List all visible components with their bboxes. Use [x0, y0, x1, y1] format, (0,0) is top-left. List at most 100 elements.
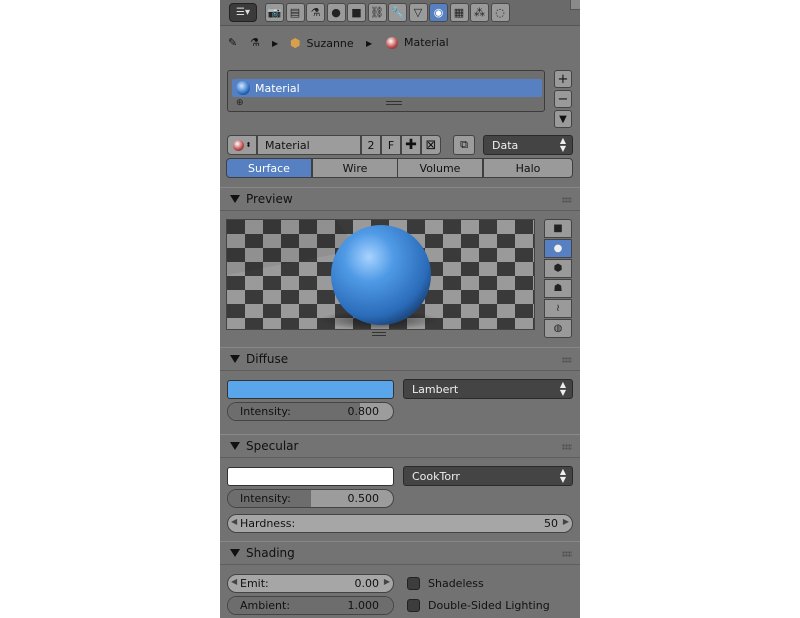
increment-arrow-icon[interactable]: ▶	[384, 577, 390, 586]
user-count[interactable]: 2	[361, 135, 381, 155]
material-preview	[226, 219, 535, 330]
tab-physics-icon[interactable]: ◌	[490, 3, 510, 22]
unlink-material-button[interactable]: ⊠	[421, 135, 441, 155]
tab-halo[interactable]: Halo	[483, 158, 573, 178]
add-slot-small-icon[interactable]: ⊕	[236, 98, 244, 108]
constraints-icon: ⛓	[370, 6, 384, 19]
material-slot-list[interactable]: Material ⊕	[227, 70, 545, 112]
drag-grip-icon[interactable]	[562, 357, 572, 363]
preview-resize-grip[interactable]	[372, 332, 386, 336]
material-sphere-icon	[386, 36, 398, 49]
material-icon: ◉	[433, 6, 444, 19]
field-label: Emit:	[240, 577, 269, 590]
emit-field[interactable]: ◀ Emit: 0.00 ▶	[227, 574, 394, 593]
double-sided-checkbox[interactable]	[407, 599, 420, 612]
tab-volume[interactable]: Volume	[397, 158, 483, 178]
material-sphere-icon	[236, 81, 250, 95]
breadcrumb-material: Material	[386, 36, 449, 49]
specular-shader-dropdown[interactable]: CookTorr ▲ ▼	[403, 466, 573, 486]
preview-hair-icon: ≀	[556, 303, 560, 314]
diffuse-intensity-slider[interactable]: Intensity: 0.800	[227, 402, 394, 421]
specular-intensity-slider[interactable]: Intensity: 0.500	[227, 489, 394, 508]
tab-texture-icon[interactable]: ▦	[449, 3, 469, 22]
breadcrumb-object-label: Suzanne	[306, 36, 354, 50]
shading-section-header[interactable]: Shading	[220, 541, 580, 565]
diffuse-color-swatch[interactable]	[227, 380, 394, 399]
tab-modifiers-icon[interactable]: 🔧	[388, 3, 407, 22]
scene-icon: ⚗	[310, 6, 321, 19]
specular-section-header[interactable]: Specular	[220, 434, 580, 458]
slider-value: 0.800	[347, 405, 380, 418]
link-dropdown[interactable]: Data ▲ ▼	[483, 135, 573, 155]
shadeless-label: Shadeless	[428, 577, 484, 590]
tab-object-icon[interactable]: ■	[347, 3, 366, 22]
browse-material-button[interactable]: ⬍	[227, 135, 257, 155]
preview-type-button[interactable]: ☗	[544, 279, 572, 298]
tab-constraints-icon[interactable]: ⛓	[367, 3, 387, 22]
specular-color-swatch[interactable]	[227, 467, 394, 486]
ambient-slider[interactable]: Ambient: 1.000	[227, 596, 394, 615]
diffuse-shader-value: Lambert	[412, 383, 459, 396]
new-material-button[interactable]: ✚	[401, 135, 421, 155]
tab-particles-icon[interactable]: ⁂	[470, 3, 489, 22]
section-title: Preview	[246, 192, 293, 206]
slot-specials-button[interactable]: ▼	[554, 110, 572, 128]
copy-icon: ⧉	[460, 138, 468, 151]
preview-type-button[interactable]: ≀	[544, 299, 572, 318]
particles-icon: ⁂	[474, 6, 485, 19]
drag-grip-icon[interactable]	[562, 197, 572, 203]
tab-object-data-icon[interactable]: ▽	[408, 3, 428, 22]
area-corner-handle[interactable]	[570, 0, 580, 10]
material-name-field[interactable]: Material	[257, 135, 361, 155]
render-icon: 📷	[267, 6, 282, 19]
chevron-right-icon: ▶	[366, 39, 373, 48]
tab-wire[interactable]: Wire	[312, 158, 398, 178]
object-icon: ■	[351, 6, 362, 19]
tab-scene-icon[interactable]: ⚗	[306, 3, 325, 22]
drag-grip-icon[interactable]	[562, 551, 572, 557]
chevron-updown-icon: ▲ ▼	[559, 467, 566, 484]
preview-type-button[interactable]: ■	[544, 219, 572, 238]
preview-flat-icon: ■	[553, 223, 563, 234]
copy-material-button[interactable]: ⧉	[453, 135, 475, 155]
slider-label: Intensity:	[240, 492, 291, 505]
preview-cube-icon: ⬢	[553, 263, 563, 274]
link-dropdown-value: Data	[492, 139, 519, 152]
specular-hardness-field[interactable]: ◀ Hardness: 50 ▶	[227, 514, 573, 533]
fake-user-button[interactable]: F	[381, 135, 401, 155]
preview-type-button[interactable]: ⬢	[544, 259, 572, 278]
decrement-arrow-icon[interactable]: ◀	[231, 517, 237, 526]
diffuse-section-header[interactable]: Diffuse	[220, 347, 580, 371]
material-sphere-icon	[232, 139, 244, 151]
physics-icon: ◌	[495, 6, 505, 19]
section-title: Specular	[246, 439, 299, 453]
preview-section-header[interactable]: Preview	[220, 187, 580, 211]
preview-type-button[interactable]: ●	[544, 239, 572, 258]
breadcrumb: ✎ ⚗ ▶ ⬢ Suzanne ▶ Material	[220, 32, 580, 54]
list-item[interactable]: Material	[232, 79, 542, 97]
pin-icon[interactable]: ✎	[228, 36, 237, 49]
world-icon: ●	[331, 6, 341, 19]
remove-slot-button[interactable]: −	[554, 90, 572, 108]
tab-render-icon[interactable]: 📷	[265, 3, 284, 22]
editor-type-button[interactable]: ☰▾	[229, 3, 257, 22]
shadeless-checkbox[interactable]	[407, 577, 420, 590]
diffuse-shader-dropdown[interactable]: Lambert ▲ ▼	[403, 379, 573, 399]
preview-type-button[interactable]: ◍	[544, 319, 572, 338]
tab-render-layers-icon[interactable]: ▤	[285, 3, 305, 22]
tab-material-icon[interactable]: ◉	[429, 3, 448, 22]
field-label: Hardness:	[240, 517, 296, 530]
add-slot-button[interactable]: +	[554, 70, 572, 88]
tab-surface[interactable]: Surface	[226, 158, 312, 178]
breadcrumb-material-label: Material	[404, 36, 449, 49]
section-title: Diffuse	[246, 352, 289, 366]
properties-header: ☰▾ 📷 ▤ ⚗ ● ■ ⛓ 🔧 ▽ ◉ ▦ ⁂ ◌	[220, 0, 580, 26]
decrement-arrow-icon[interactable]: ◀	[231, 577, 237, 586]
chevron-updown-icon: ⬍	[245, 141, 252, 149]
increment-arrow-icon[interactable]: ▶	[563, 517, 569, 526]
list-resize-grip[interactable]	[386, 101, 402, 105]
plus-icon: ✚	[405, 137, 417, 153]
tab-world-icon[interactable]: ●	[326, 3, 346, 22]
drag-grip-icon[interactable]	[562, 444, 572, 450]
specular-shader-value: CookTorr	[412, 470, 460, 483]
